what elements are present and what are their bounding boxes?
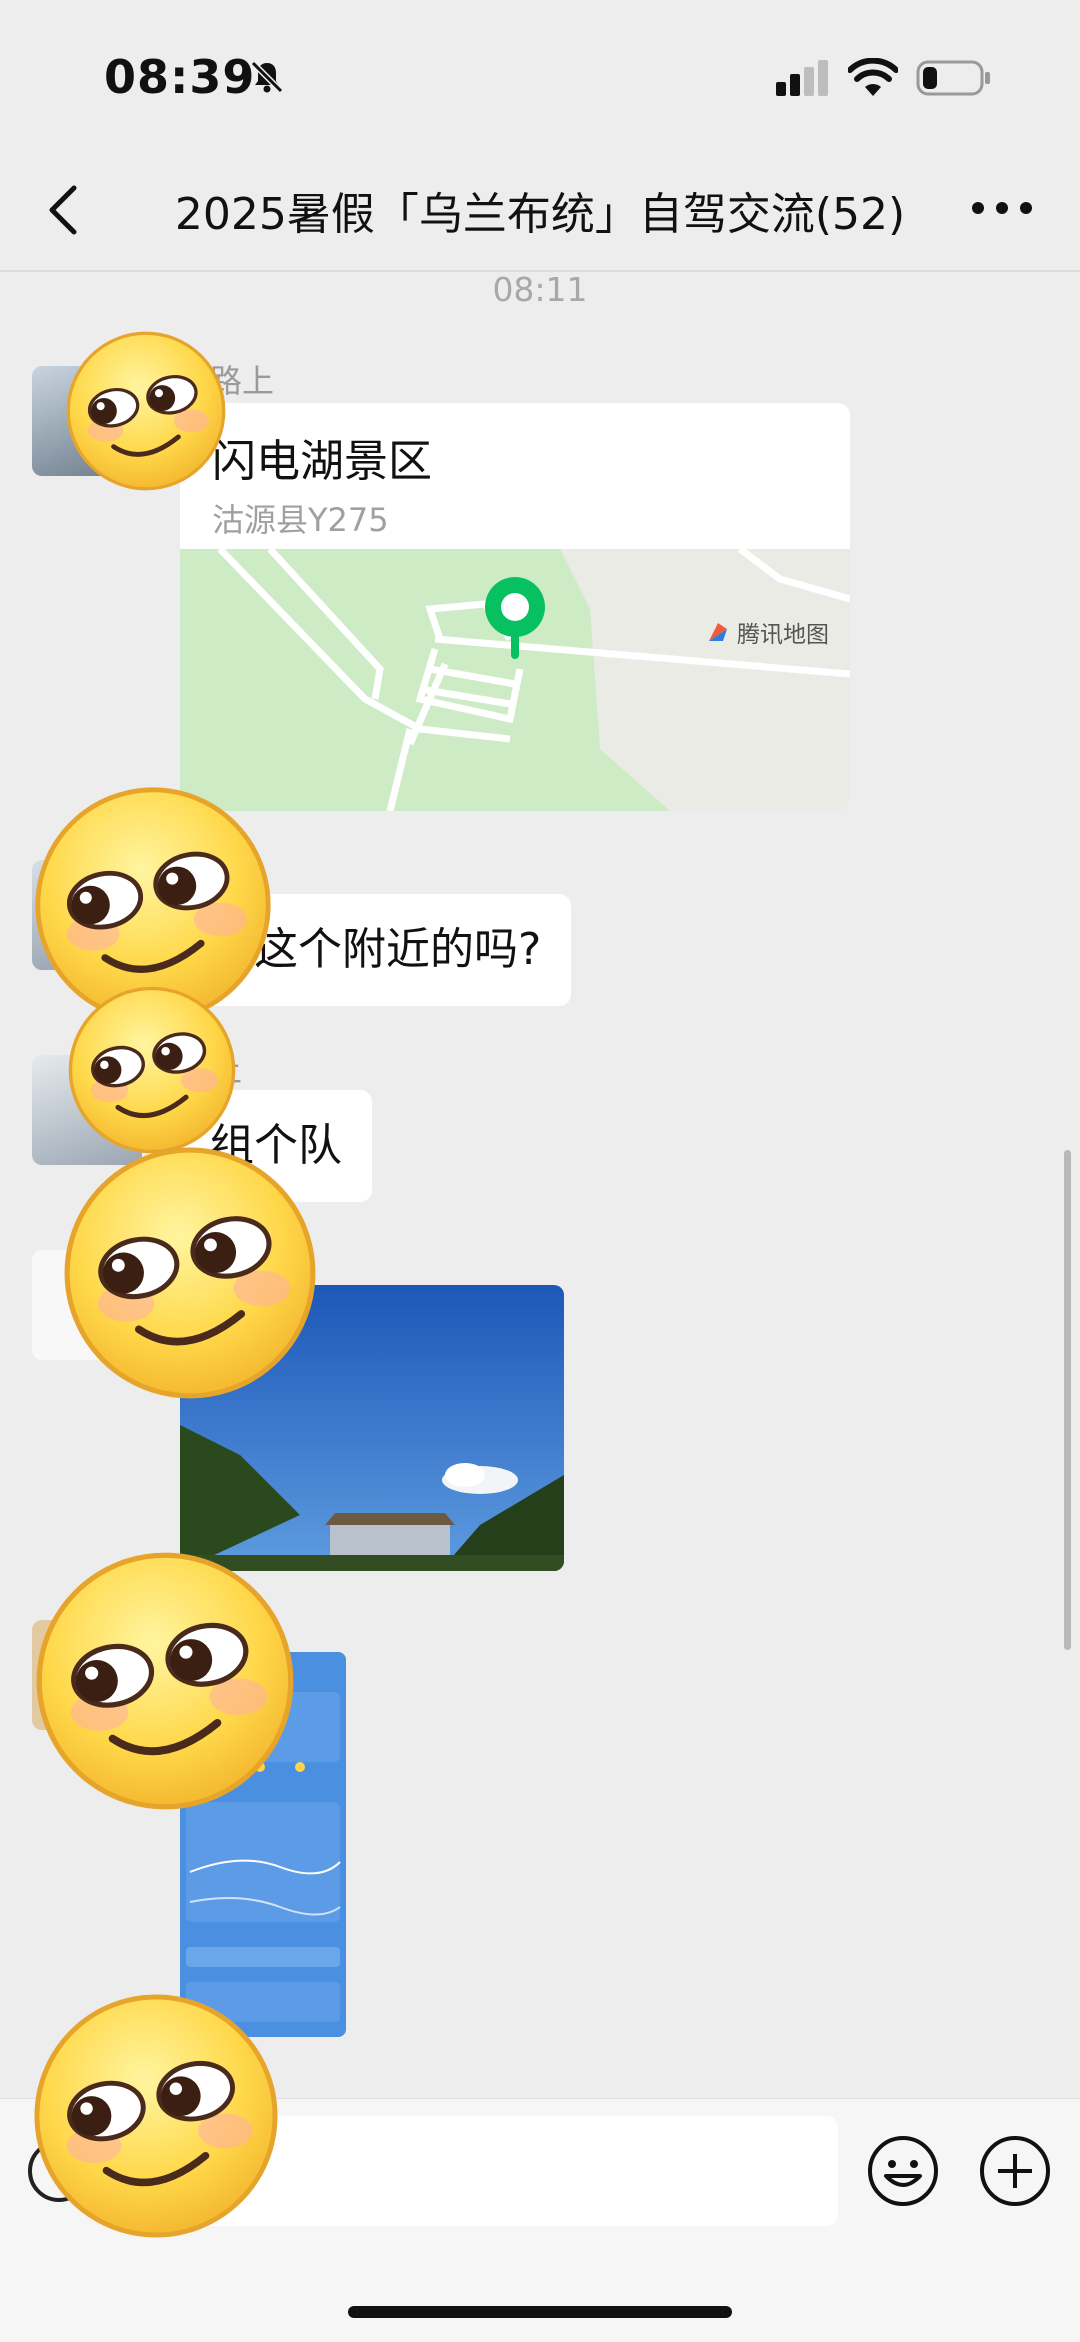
smug-face-sticker: [62, 330, 230, 492]
chat-timestamp: 08:11: [492, 270, 588, 309]
location-card[interactable]: 闪电湖景区 沽源县Y275 腾讯地图: [180, 403, 850, 811]
status-time: 08:39: [104, 50, 256, 104]
bell-slash-icon: [250, 60, 284, 94]
scrollbar[interactable]: [1064, 1150, 1071, 1650]
smug-face-sticker: [34, 1550, 296, 1812]
chat-title: 2025暑假「乌兰布统」自驾交流(52): [174, 189, 906, 240]
emoji-icon[interactable]: [866, 2134, 940, 2208]
plus-icon[interactable]: [978, 2134, 1052, 2208]
smug-face-sticker: [32, 1992, 280, 2240]
wifi-icon: [848, 58, 898, 96]
location-title: 闪电湖景区: [212, 436, 432, 487]
more-icon[interactable]: [970, 196, 1034, 220]
map-provider-logo: 腾讯地图: [705, 615, 829, 649]
back-icon[interactable]: [40, 180, 90, 240]
location-address: 沽源县Y275: [212, 501, 389, 539]
tencent-map-icon: [709, 623, 727, 641]
smug-face-sticker: [62, 985, 242, 1155]
smug-face-sticker: [62, 1145, 318, 1401]
battery-icon: [916, 60, 990, 96]
map-preview: [180, 549, 850, 811]
signal-icon: [776, 60, 828, 96]
home-indicator[interactable]: [348, 2306, 732, 2318]
map-provider-label: 腾讯地图: [737, 622, 829, 648]
